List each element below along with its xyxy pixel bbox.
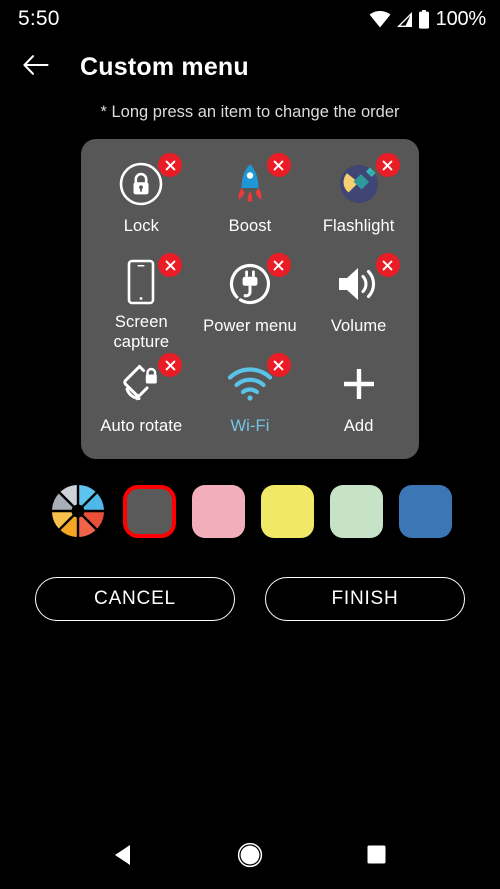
remove-badge-wifi[interactable] bbox=[266, 353, 291, 377]
menu-item-label: Screen capture bbox=[113, 313, 170, 352]
rocket-icon bbox=[223, 153, 291, 209]
menu-item-auto-rotate[interactable]: Auto rotate bbox=[87, 352, 196, 452]
android-nav-bar bbox=[0, 825, 500, 889]
status-indicators: 100% bbox=[369, 8, 486, 31]
lock-icon bbox=[114, 153, 183, 209]
page-title: Custom menu bbox=[80, 52, 249, 81]
remove-badge-lock[interactable] bbox=[158, 153, 183, 177]
menu-item-screen-capture[interactable]: Screen capture bbox=[87, 252, 196, 352]
menu-item-label: Add bbox=[343, 417, 374, 435]
nav-recents-button[interactable] bbox=[351, 831, 403, 883]
menu-item-label: Boost bbox=[228, 217, 272, 235]
menu-item-power-menu[interactable]: Power menu bbox=[196, 252, 305, 352]
nav-recents-icon bbox=[366, 844, 387, 870]
color-swatch-yellow[interactable] bbox=[260, 484, 314, 538]
nav-home-button[interactable] bbox=[224, 831, 276, 883]
menu-item-flashlight[interactable]: Flashlight bbox=[304, 152, 413, 252]
reorder-hint: * Long press an item to change the order bbox=[100, 103, 400, 121]
status-bar: 5:50 100% bbox=[0, 0, 500, 38]
auto-rotate-lock-icon bbox=[114, 353, 183, 409]
menu-item-wifi[interactable]: Wi-Fi bbox=[196, 352, 305, 452]
remove-badge-flashlight[interactable] bbox=[375, 153, 400, 177]
screenshot-icon bbox=[114, 253, 183, 305]
remove-badge-auto-rotate[interactable] bbox=[158, 353, 183, 377]
battery-percent-label: 100% bbox=[435, 7, 487, 30]
finish-button[interactable]: FINISH bbox=[265, 577, 465, 621]
action-buttons: CANCEL FINISH bbox=[0, 577, 500, 621]
menu-item-label: Lock bbox=[123, 217, 159, 235]
remove-badge-volume[interactable] bbox=[375, 253, 400, 277]
volume-icon bbox=[332, 253, 400, 309]
app-bar: Custom menu bbox=[0, 38, 500, 96]
nav-back-button[interactable] bbox=[97, 831, 149, 883]
color-picker-row bbox=[0, 482, 500, 540]
menu-item-volume[interactable]: Volume bbox=[304, 252, 413, 352]
battery-icon bbox=[418, 9, 430, 29]
remove-badge-power-menu[interactable] bbox=[266, 253, 291, 277]
plus-icon bbox=[332, 359, 386, 409]
remove-badge-boost[interactable] bbox=[266, 153, 291, 177]
color-swatch-light-green[interactable] bbox=[329, 484, 383, 538]
back-arrow-icon bbox=[23, 54, 49, 81]
wifi-icon bbox=[369, 10, 391, 28]
color-swatch-gray[interactable] bbox=[122, 484, 176, 538]
color-wheel-icon[interactable] bbox=[49, 482, 107, 540]
custom-menu-grid: Lock Boost Flashlight Screen capture Pow… bbox=[87, 152, 413, 452]
custom-menu-panel: Lock Boost Flashlight Screen capture Pow… bbox=[81, 139, 419, 459]
power-plug-icon bbox=[223, 253, 291, 309]
menu-item-label: Wi-Fi bbox=[230, 417, 270, 435]
cancel-button[interactable]: CANCEL bbox=[35, 577, 235, 621]
menu-item-label: Power menu bbox=[203, 317, 297, 335]
menu-item-label: Flashlight bbox=[322, 217, 395, 235]
color-swatch-blue[interactable] bbox=[398, 484, 452, 538]
flashlight-icon bbox=[332, 153, 400, 209]
screen-root: 5:50 100% Custom menu * Long press an it… bbox=[0, 0, 500, 889]
menu-item-label: Volume bbox=[330, 317, 387, 335]
color-swatch-pink[interactable] bbox=[191, 484, 245, 538]
wifi-signal-icon bbox=[223, 353, 291, 409]
nav-home-icon bbox=[237, 842, 263, 873]
remove-badge-screen-capture[interactable] bbox=[158, 253, 183, 277]
status-clock: 5:50 bbox=[18, 7, 60, 30]
menu-item-boost[interactable]: Boost bbox=[196, 152, 305, 252]
menu-item-add[interactable]: Add bbox=[304, 352, 413, 452]
nav-back-icon bbox=[112, 843, 134, 872]
menu-item-lock[interactable]: Lock bbox=[87, 152, 196, 252]
cellular-signal-icon bbox=[396, 11, 413, 28]
back-button[interactable] bbox=[8, 39, 64, 95]
menu-item-label: Auto rotate bbox=[100, 417, 183, 435]
